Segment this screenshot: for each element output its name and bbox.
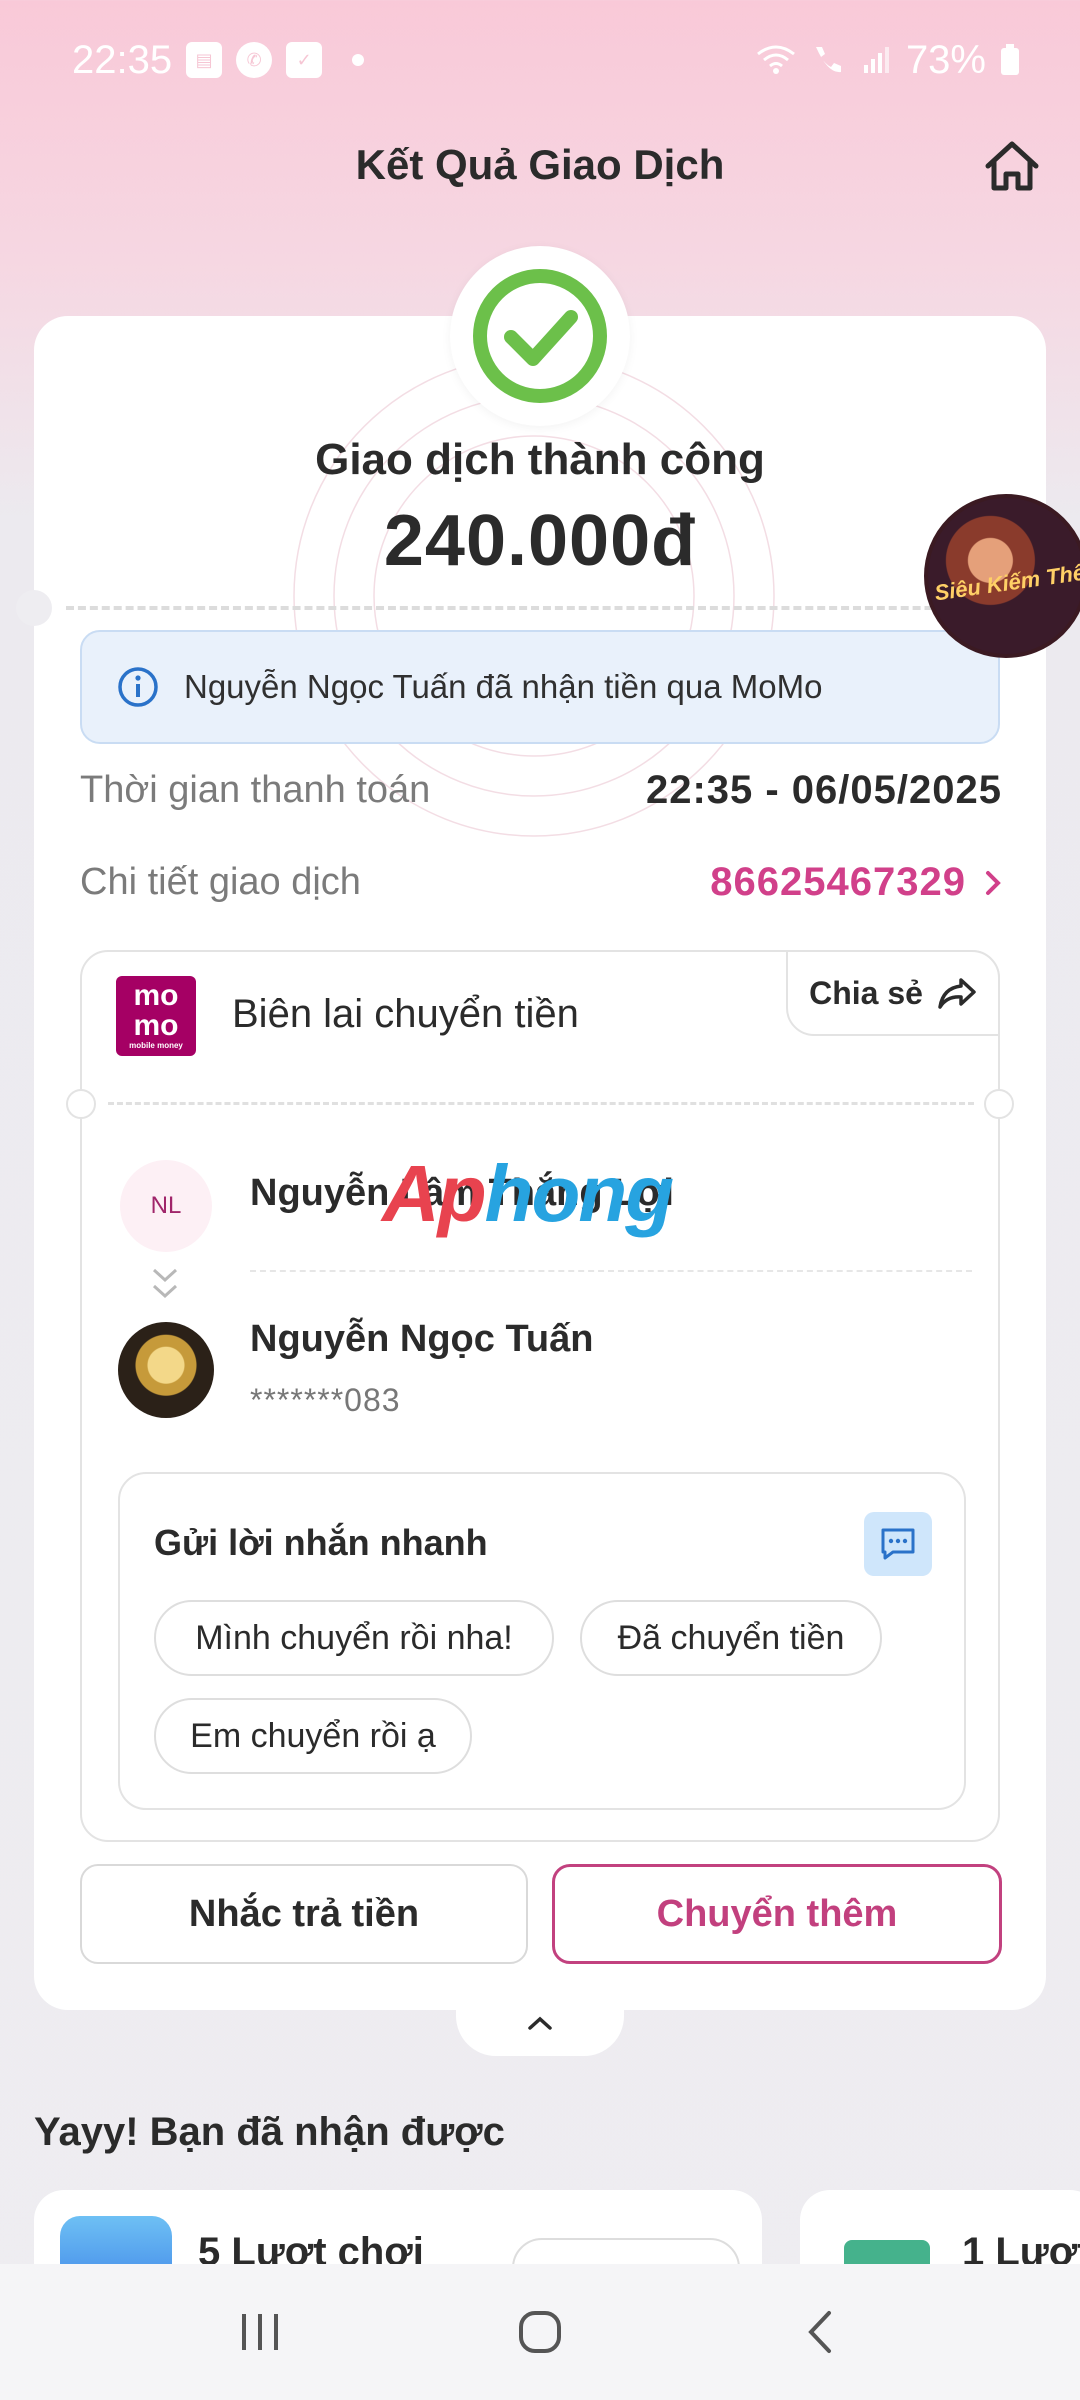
page-title: Kết Quả Giao Dịch (355, 141, 725, 188)
receiver-phone: *******083 (250, 1382, 401, 1418)
floating-game-promo[interactable]: Siêu Kiếm Thế (924, 494, 1080, 658)
momo-logo: mo mo mobile money (116, 976, 196, 1056)
status-right: 73% (756, 38, 1020, 83)
home-nav-button[interactable] (495, 2287, 585, 2377)
status-time: 22:35 (72, 37, 173, 82)
status-text: Giao dịch thành công (315, 435, 765, 484)
quick-chip[interactable]: Em chuyển rồi ạ (154, 1698, 472, 1774)
wifi-icon (757, 45, 795, 74)
transaction-amount: 240.000đ (383, 501, 697, 581)
payment-time-label: Thời gian thanh toán (80, 769, 431, 811)
card-notch-left (16, 590, 52, 626)
party-separator (250, 1270, 972, 1272)
back-icon (808, 2311, 831, 2353)
status-bar: 22:35 ▤ ✆ ✓ 73% (0, 0, 1080, 120)
recent-apps-button[interactable] (215, 2287, 305, 2377)
transaction-detail-row[interactable]: Chi tiết giao dịch 86625467329 (80, 860, 1002, 905)
logo-tagline: mobile money (129, 1041, 183, 1050)
rewards-title: Yayy! Bạn đã nhận được (34, 2110, 505, 2154)
info-banner: Nguyễn Ngọc Tuấn đã nhận tiền qua MoMo (80, 630, 1000, 744)
success-badge (450, 246, 630, 426)
quick-chip[interactable]: Đã chuyển tiền (580, 1600, 882, 1676)
payment-time-row: Thời gian thanh toán 22:35 - 06/05/2025 (80, 768, 1002, 813)
news-app-icon: ▤ (186, 42, 223, 78)
chevron-right-icon (986, 870, 1001, 895)
sender-avatar: NL (120, 1160, 212, 1252)
share-icon (938, 978, 976, 1009)
payment-time-value: 22:35 - 06/05/2025 (645, 768, 1002, 812)
card-divider (66, 606, 1016, 610)
send-more-button[interactable]: Chuyển thêm (552, 1864, 1002, 1964)
chevron-up-icon (528, 2016, 552, 2030)
receipt-notch-left (66, 1089, 96, 1119)
recent-apps-icon (242, 2314, 278, 2350)
share-button[interactable]: Chia sẻ (786, 950, 1000, 1036)
collapse-button[interactable] (456, 1990, 624, 2056)
home-icon (985, 141, 1039, 191)
check-circle-icon (473, 269, 607, 403)
info-icon (118, 667, 158, 707)
transaction-id-link[interactable]: 86625467329 (710, 860, 1002, 905)
receipt-notch-right (984, 1089, 1014, 1119)
share-label: Chia sẻ (809, 974, 923, 1011)
double-chevron-down-icon (152, 1268, 178, 1299)
checkbox-app-icon: ✓ (286, 42, 323, 78)
home-circle-icon (519, 2311, 561, 2353)
logo-line-1: mo (133, 979, 179, 1012)
promo-caption: Siêu Kiếm Thế (932, 559, 1080, 606)
battery-icon (1001, 44, 1019, 75)
remind-payment-button[interactable]: Nhắc trả tiền (80, 1864, 528, 1964)
status-left: 22:35 ▤ ✆ ✓ (72, 37, 365, 83)
info-text: Nguyễn Ngọc Tuấn đã nhận tiền qua MoMo (184, 668, 823, 705)
home-button[interactable] (980, 134, 1044, 198)
app-header: Kết Quả Giao Dịch (0, 120, 1080, 210)
receiver-name: Nguyễn Ngọc Tuấn (250, 1318, 594, 1360)
chat-bubble-icon (881, 1528, 915, 1560)
more-notifications-dot (352, 54, 365, 66)
transaction-id: 86625467329 (710, 860, 966, 904)
quick-chip[interactable]: Mình chuyển rồi nha! (154, 1600, 554, 1676)
signal-icon (863, 47, 889, 73)
watermark-part-a: Ap (382, 1149, 487, 1238)
back-button[interactable] (775, 2287, 865, 2377)
receipt-card: mo mo mobile money Biên lai chuyển tiền … (66, 950, 1014, 1842)
logo-line-2: mo (133, 1009, 179, 1042)
receipt-title: Biên lai chuyển tiền (232, 992, 579, 1036)
watermark-part-b: hong (484, 1149, 674, 1238)
quick-message-box: Gửi lời nhắn nhanh Mình chuyển rồi nha! … (118, 1472, 966, 1810)
battery-percent: 73% (905, 37, 986, 82)
phone-app-icon: ✆ (236, 42, 273, 78)
transaction-detail-label: Chi tiết giao dịch (80, 861, 361, 903)
watermark: Aphong (382, 1148, 674, 1240)
system-nav-bar (0, 2264, 1080, 2400)
chat-button[interactable] (864, 1512, 932, 1576)
receiver-avatar (118, 1322, 214, 1418)
wifi-call-icon (815, 47, 841, 73)
receipt-divider (108, 1102, 974, 1105)
quick-message-title: Gửi lời nhắn nhanh (154, 1522, 488, 1563)
